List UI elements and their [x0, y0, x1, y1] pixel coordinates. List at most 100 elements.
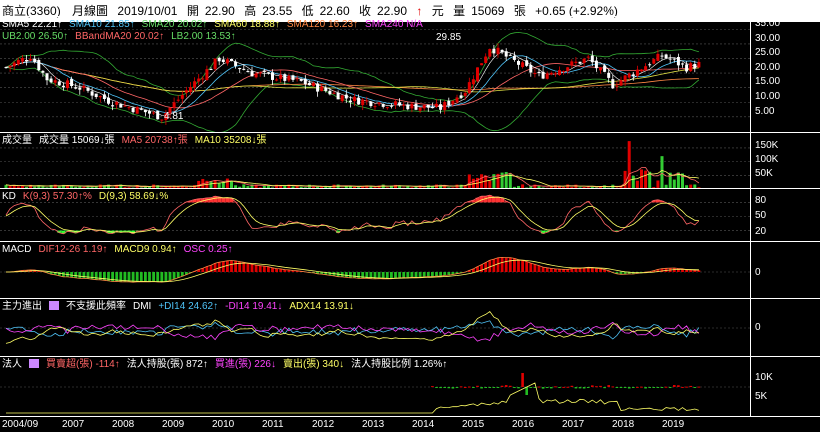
legend-item[interactable]: D(9,3) 58.69↓%: [99, 191, 168, 202]
dmi-legend: 主力進出 不支援此頻率 DMI +DI14 24.62↑ -DI14 19.41↓ ADX…: [2, 301, 361, 312]
candle-body: [41, 70, 45, 73]
volume-bar: [488, 180, 492, 188]
candle-body: [78, 87, 82, 90]
macd-panel[interactable]: MACD DIF12-26 1.19↑ MACD9 0.94↑ OSC 0.25↑ 0: [0, 241, 820, 298]
legend-item[interactable]: 成交量 15069↓張: [39, 135, 115, 146]
legend-item[interactable]: OSC 0.25↑: [184, 244, 233, 255]
dif-line: [5, 256, 699, 283]
candle-body: [98, 96, 102, 98]
high-annotation: 29.85: [436, 32, 462, 43]
candle-body: [652, 59, 656, 64]
institutional-plot[interactable]: 法人 買賣超(張) -114↑ 法人持股(張) 872↑ 買進(張) 226↓ 賣出(張…: [0, 357, 750, 416]
candle-body: [488, 49, 492, 57]
legend-item[interactable]: +DI14 24.62↑: [158, 301, 218, 312]
candle-body: [603, 65, 607, 72]
legend-item[interactable]: SMA240 N/A: [365, 19, 423, 30]
legend-item[interactable]: 買賣超(張) -114↑: [46, 359, 120, 370]
axis-tick-label: 80: [755, 195, 767, 206]
candle-body: [127, 107, 131, 109]
net-buy-bar: [545, 387, 549, 388]
axis-tick-label: 50K: [755, 168, 773, 179]
time-tick-label: 2017: [562, 419, 585, 430]
legend-item[interactable]: SMA20 20.02↑: [142, 19, 208, 30]
candle-body: [217, 57, 221, 62]
candle-body: [160, 119, 164, 121]
legend-item[interactable]: 法人持股(張) 872↑: [127, 359, 208, 370]
legend-item[interactable]: SMA60 18.88↑: [214, 19, 280, 30]
candle-body: [590, 55, 594, 63]
candle-body: [599, 67, 602, 71]
legend-item[interactable]: DIF12-26 1.19↑: [38, 244, 107, 255]
legend-item[interactable]: DMI: [133, 301, 151, 312]
institutional-panel[interactable]: 法人 買賣超(張) -114↑ 法人持股(張) 872↑ 買進(張) 226↓ 賣出(張…: [0, 356, 820, 416]
indicator-settings-icon[interactable]: [29, 359, 39, 368]
candle-body: [12, 62, 16, 67]
volume-bar: [197, 180, 201, 188]
volume-bar: [631, 175, 635, 188]
legend-item[interactable]: 不支援此頻率: [66, 301, 126, 312]
legend-item[interactable]: 賣出(張) 340↓: [283, 359, 344, 370]
macd-plot[interactable]: MACD DIF12-26 1.19↑ MACD9 0.94↑ OSC 0.25↑: [0, 242, 750, 298]
legend-item[interactable]: 買進(張) 226↓: [215, 359, 276, 370]
legend-item[interactable]: 成交量: [2, 135, 32, 146]
candle-body: [512, 55, 516, 60]
volume-panel[interactable]: 成交量 成交量 15069↓張 MA5 20738↑張 MA10 35208↓張 15…: [0, 132, 820, 188]
candle-body: [459, 95, 463, 98]
candle-body: [594, 60, 598, 69]
candle-body: [230, 58, 233, 61]
macd-histogram-bar: [582, 267, 586, 272]
macd-histogram-bar: [525, 261, 529, 272]
indicator-settings-icon[interactable]: [49, 301, 59, 310]
legend-item[interactable]: ADX14 13.91↓: [289, 301, 354, 312]
legend-item[interactable]: KD: [2, 191, 16, 202]
candle-body: [672, 58, 676, 60]
macd-histogram-bar: [418, 272, 422, 278]
legend-item[interactable]: SMA120 16.23↑: [287, 19, 358, 30]
macd-histogram-bar: [86, 272, 90, 279]
volume-plot[interactable]: 成交量 成交量 15069↓張 MA5 20738↑張 MA10 35208↓張: [0, 133, 750, 188]
volume-axis: 150K 100K 50K: [750, 133, 820, 188]
kd-plot[interactable]: KD K(9,3) 57.30↑% D(9,3) 58.69↓%: [0, 189, 750, 241]
legend-item[interactable]: MA10 35208↓張: [195, 135, 267, 146]
candle-body: [107, 97, 110, 104]
macd-histogram-bar: [521, 260, 524, 272]
minus-di-line: [5, 321, 700, 342]
legend-item[interactable]: UB2.00 26.50↑: [2, 31, 68, 42]
time-tick-label: 2018: [612, 419, 635, 430]
macd-histogram-bar: [78, 272, 82, 279]
legend-item[interactable]: 主力進出: [2, 301, 42, 312]
legend-item[interactable]: MACD9 0.94↑: [114, 244, 176, 255]
price-panel[interactable]: SMA5 22.21↑ SMA10 21.85↑ SMA20 20.02↑ SMA60…: [0, 16, 820, 132]
legend-item[interactable]: 法人: [2, 359, 22, 370]
macd-histogram-bar: [402, 272, 406, 278]
legend-item[interactable]: MACD: [2, 244, 31, 255]
candle-body: [299, 78, 303, 81]
candle-body: [86, 87, 90, 91]
candle-body: [644, 66, 648, 71]
legend-item[interactable]: 法人持股比例 1.26%↑: [351, 359, 447, 370]
legend-item[interactable]: -DI14 19.41↓: [225, 301, 282, 312]
legend-item[interactable]: LB2.00 13.53↑: [171, 31, 236, 42]
macd-histogram-bar: [74, 272, 78, 278]
candle-body: [668, 58, 672, 60]
legend-item[interactable]: SMA10 21.85↑: [69, 19, 135, 30]
candle-body: [205, 69, 209, 80]
legend-item[interactable]: MA5 20738↑張: [122, 135, 188, 146]
dmi-panel[interactable]: 主力進出 不支援此頻率 DMI +DI14 24.62↑ -DI14 19.41↓ ADX…: [0, 298, 820, 356]
time-tick-label: 2004/09: [2, 419, 39, 430]
legend-item[interactable]: BBandMA20 20.02↑: [75, 31, 164, 42]
candle-body: [29, 58, 33, 61]
dmi-plot[interactable]: 主力進出 不支援此頻率 DMI +DI14 24.62↑ -DI14 19.41↓ ADX…: [0, 299, 750, 356]
kd-panel[interactable]: KD K(9,3) 57.30↑% D(9,3) 58.69↓% 80 50 20: [0, 188, 820, 241]
volume-bar: [480, 174, 484, 188]
net-buy-bar: [574, 387, 578, 389]
price-plot[interactable]: SMA5 22.21↑ SMA10 21.85↑ SMA20 20.02↑ SMA60…: [0, 17, 750, 132]
legend-item[interactable]: SMA5 22.21↑: [2, 19, 62, 30]
net-buy-bar: [697, 386, 701, 388]
candle-body: [201, 78, 205, 80]
legend-item[interactable]: K(9,3) 57.30↑%: [23, 191, 92, 202]
candle-body: [340, 95, 344, 102]
axis-tick-label: 20.00: [755, 62, 781, 73]
candle-body: [320, 86, 324, 92]
net-buy-bar: [664, 386, 668, 388]
